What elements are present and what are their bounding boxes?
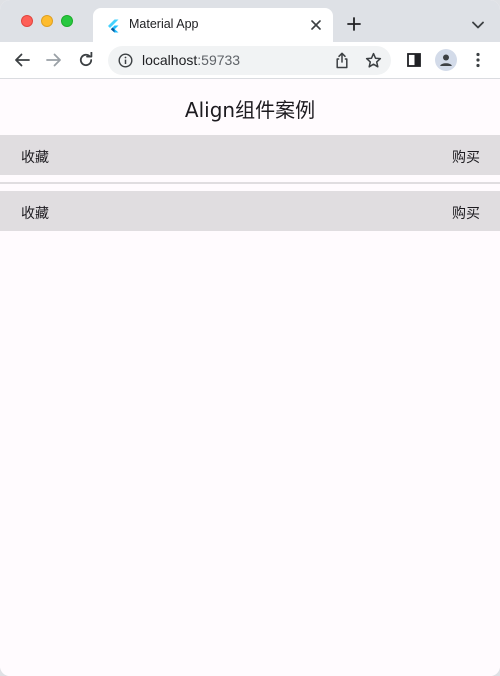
side-panel-icon[interactable] xyxy=(402,48,426,72)
buy-label: 购买 xyxy=(452,150,480,166)
chevron-down-icon[interactable] xyxy=(468,15,488,35)
info-icon[interactable] xyxy=(118,53,133,68)
favorite-label: 收藏 xyxy=(21,150,49,166)
reload-icon[interactable] xyxy=(74,48,98,72)
maximize-window-button[interactable] xyxy=(61,15,73,27)
url-text: localhost:59733 xyxy=(142,52,240,68)
close-icon[interactable] xyxy=(307,16,325,34)
active-tab[interactable]: Material App xyxy=(93,8,333,42)
flutter-icon xyxy=(106,18,120,33)
tab-strip: Material App xyxy=(0,0,500,42)
browser-toolbar: localhost:59733 xyxy=(0,42,500,79)
page-title: Align组件案例 xyxy=(184,98,316,122)
forward-arrow-icon[interactable] xyxy=(42,48,66,72)
profile-icon[interactable] xyxy=(435,49,457,71)
minimize-window-button[interactable] xyxy=(41,15,53,27)
buy-label: 购买 xyxy=(452,206,480,222)
app-content: Align组件案例 收藏 购买 收藏 购买 xyxy=(0,80,500,676)
plus-icon[interactable] xyxy=(344,14,364,34)
url-port: :59733 xyxy=(197,52,241,68)
url-host: localhost xyxy=(142,52,198,68)
list-item: 收藏 购买 xyxy=(0,191,500,231)
kebab-menu-icon[interactable] xyxy=(466,48,490,72)
star-icon[interactable] xyxy=(365,52,382,69)
divider xyxy=(0,182,500,184)
back-arrow-icon[interactable] xyxy=(10,48,34,72)
share-icon[interactable] xyxy=(334,52,350,69)
close-window-button[interactable] xyxy=(21,15,33,27)
tab-title: Material App xyxy=(129,17,199,31)
browser-window: Material App localhost:59733 Align组件案例 收… xyxy=(0,0,500,676)
address-bar[interactable]: localhost:59733 xyxy=(108,46,391,75)
list-item: 收藏 购买 xyxy=(0,135,500,175)
favorite-label: 收藏 xyxy=(21,206,49,222)
